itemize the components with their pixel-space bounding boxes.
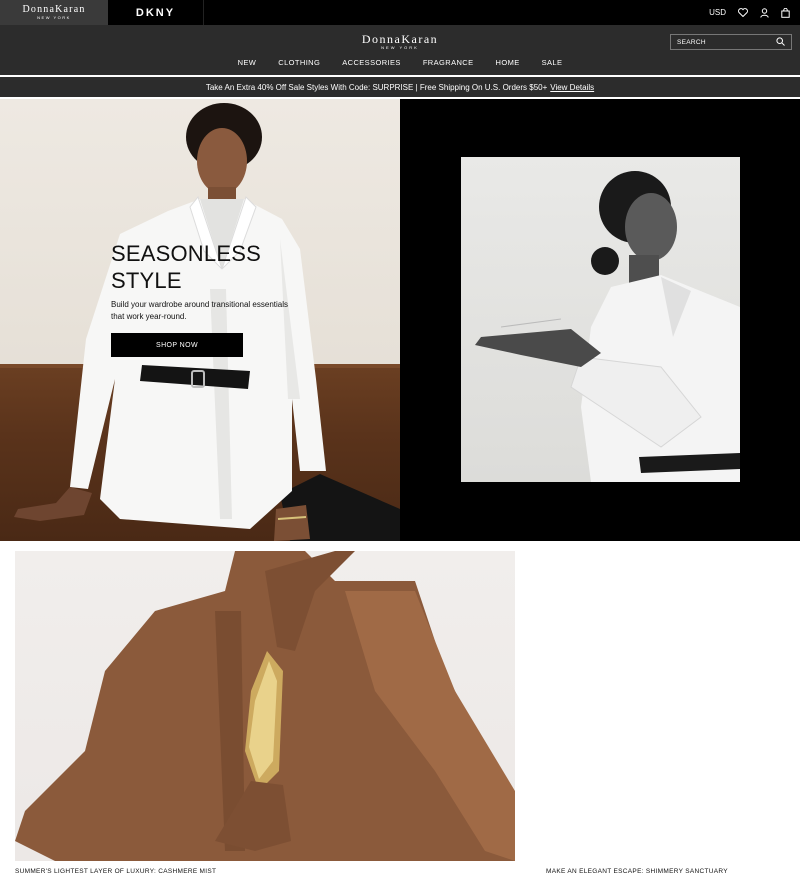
nav-item-fragrance[interactable]: FRAGRANCE bbox=[412, 58, 485, 67]
currency-selector[interactable]: USD bbox=[709, 8, 726, 17]
nav-item-new[interactable]: NEW bbox=[227, 58, 268, 67]
hero-description: Build your wardrobe around transitional … bbox=[111, 300, 288, 321]
caption-shimmery-sanctuary[interactable]: MAKE AN ELEGANT ESCAPE: SHIMMERY SANCTUA… bbox=[546, 868, 728, 875]
shopping-bag-icon[interactable] bbox=[781, 7, 790, 18]
promo-text: Take An Extra 40% Off Sale Styles With C… bbox=[205, 82, 548, 92]
main-navigation: NEW CLOTHING ACCESSORIES FRAGRANCE HOME … bbox=[0, 58, 800, 67]
search-input[interactable]: SEARCH bbox=[670, 34, 792, 50]
model-bw-photo bbox=[461, 157, 740, 482]
donna-karan-wordmark-sub: NEW YORK bbox=[37, 15, 71, 20]
nav-item-sale[interactable]: SALE bbox=[531, 58, 574, 67]
nav-item-accessories[interactable]: ACCESSORIES bbox=[331, 58, 412, 67]
hero-left-panel[interactable]: SEASONLESS STYLE Build your wardrobe aro… bbox=[0, 99, 400, 541]
search-placeholder: SEARCH bbox=[677, 38, 706, 46]
utility-links: USD bbox=[709, 0, 790, 25]
promo-view-details-link[interactable]: View Details bbox=[550, 83, 594, 92]
shop-now-button[interactable]: SHOP NOW bbox=[111, 333, 243, 357]
donna-karan-wordmark: DonnaKaran bbox=[22, 4, 86, 15]
cashmere-mist-image[interactable] bbox=[15, 551, 515, 861]
wishlist-heart-icon[interactable] bbox=[738, 8, 748, 17]
search-icon[interactable] bbox=[776, 36, 785, 48]
brand-bar: DonnaKaran NEW YORK DKNY USD bbox=[0, 0, 800, 25]
hero-right-panel[interactable] bbox=[400, 99, 800, 541]
donna-karan-brand-tab[interactable]: DonnaKaran NEW YORK bbox=[0, 0, 108, 25]
nav-item-home[interactable]: HOME bbox=[485, 58, 531, 67]
dkny-brand-tab[interactable]: DKNY bbox=[108, 0, 204, 25]
site-header: DonnaKaran NEW YORK NEW CLOTHING ACCESSO… bbox=[0, 25, 800, 75]
hero-title: SEASONLESS STYLE bbox=[111, 241, 261, 293]
account-user-icon[interactable] bbox=[760, 7, 769, 18]
nav-item-clothing[interactable]: CLOTHING bbox=[267, 58, 331, 67]
caption-cashmere-mist[interactable]: SUMMER'S LIGHTEST LAYER OF LUXURY: CASHM… bbox=[15, 868, 216, 875]
promo-banner: Take An Extra 40% Off Sale Styles With C… bbox=[0, 77, 800, 97]
